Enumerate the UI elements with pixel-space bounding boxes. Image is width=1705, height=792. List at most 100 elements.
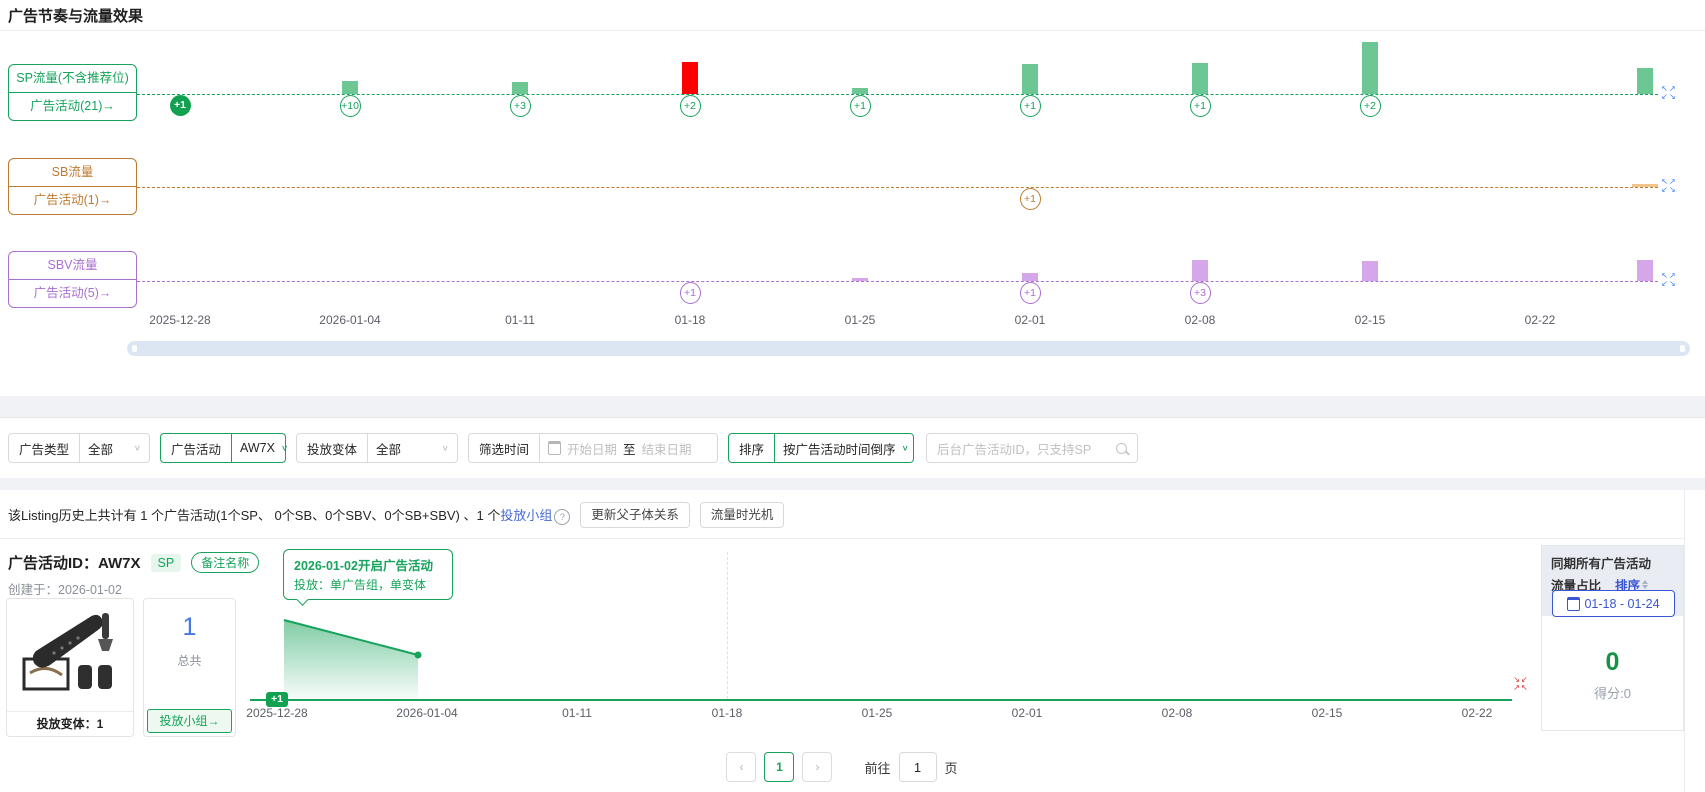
start-date-field[interactable]: 开始日期: [567, 439, 617, 458]
date-to-label: 至: [623, 439, 636, 458]
sort-filter-value: 按广告活动时间倒序: [783, 439, 896, 458]
sp-event-bar: [1362, 42, 1378, 94]
scrollbar-right-grip[interactable]: [1680, 345, 1685, 352]
expand-icon[interactable]: ↖↗↙↘: [1660, 272, 1678, 289]
axis-tick-label: 01-18: [675, 313, 706, 327]
panel-date-range-chip[interactable]: 01-18 - 01-24: [1552, 590, 1675, 617]
sbv-event-bar: [1192, 260, 1208, 281]
chart-scrollbar[interactable]: [127, 341, 1690, 356]
ad-group-card: 1 总共 投放小组→: [143, 598, 236, 737]
sp-event-badge[interactable]: +2: [680, 95, 701, 117]
sb-event-bar: [1632, 184, 1658, 187]
sp-event-bar: [342, 81, 358, 94]
prev-page-button[interactable]: ‹: [726, 752, 756, 782]
campaign-start-badge: +1: [266, 692, 288, 707]
collapse-icon[interactable]: ↘↙↗↖: [1512, 676, 1530, 693]
sp-event-badge[interactable]: +1: [170, 95, 191, 116]
ad-group-button[interactable]: 投放小组→: [147, 709, 232, 733]
search-placeholder: 后台广告活动ID，只支持SP: [937, 439, 1091, 458]
section-gap: [0, 478, 1705, 490]
chevron-down-icon: ∨: [281, 444, 288, 453]
sbv-event-bar: [1637, 260, 1653, 281]
rhythm-chart-plot: +1 +10 +3 +2 +1 +1 +1 +2 ↖↗↙↘ +1 ↖↗↙↘ +1 +1 +3 ↖↗↙↘ 202…: [0, 0, 1705, 400]
variant-select[interactable]: 投放变体 全部 ∨: [296, 433, 458, 463]
goto-page-input[interactable]: [899, 752, 937, 782]
page: 广告节奏与流量效果 SP流量(不含推荐位) 广告活动(21)→ SB流量 广告活…: [0, 0, 1705, 792]
expand-icon[interactable]: ↖↗↙↘: [1660, 178, 1678, 195]
campaign-header: 广告活动ID：AW7X SP 备注名称: [8, 552, 259, 573]
campaign-axis-tick-label: 02-15: [1312, 706, 1343, 720]
ad-group-link[interactable]: 投放小组: [500, 508, 552, 523]
page-unit-label: 页: [945, 758, 958, 777]
axis-tick-label: 02-08: [1185, 313, 1216, 327]
sbv-event-bar: [852, 278, 868, 281]
campaign-section: [0, 490, 1685, 792]
campaign-filter-label: 广告活动: [161, 434, 232, 462]
time-range-picker[interactable]: 筛选时间 开始日期 至 结束日期: [468, 433, 718, 463]
summary-row: 该Listing历史上共计有 1 个广告活动(1个SP、 0个SB、0个SBV、…: [8, 502, 784, 528]
campaign-filter-value: AW7X: [240, 441, 275, 455]
panel-title-line1: 同期所有广告活动: [1551, 553, 1674, 572]
scrollbar-left-grip[interactable]: [132, 345, 137, 352]
goto-label: 前往: [864, 758, 890, 777]
panel-score-value: 0: [1542, 648, 1683, 677]
chevron-down-icon: ∨: [134, 444, 141, 453]
variant-count-label: 投放变体：1: [7, 711, 133, 737]
sb-timeline-axis: [137, 187, 1658, 188]
chevron-down-icon: ∨: [442, 444, 449, 453]
sp-event-badge[interactable]: +1: [1190, 95, 1211, 117]
campaign-id-search-input[interactable]: 后台广告活动ID，只支持SP: [926, 433, 1138, 463]
sbv-event-bar: [1362, 261, 1378, 281]
campaign-axis-tick-label: 02-08: [1162, 706, 1193, 720]
campaign-axis-tick-label: 02-22: [1462, 706, 1493, 720]
traffic-share-panel: 同期所有广告活动 流量占比 排序 01-18 - 01-24 0 得分:0: [1541, 545, 1684, 731]
tooltip-subtitle: 投放：单广告组，单变体: [294, 576, 442, 593]
sp-event-badge[interactable]: +2: [1360, 95, 1381, 117]
campaign-id-title: 广告活动ID：AW7X: [8, 552, 141, 573]
campaign-axis-tick-label: 2026-01-04: [396, 706, 457, 720]
sp-event-badge[interactable]: +1: [850, 95, 871, 117]
product-image: [7, 599, 133, 711]
summary-text: 该Listing历史上共计有 1 个广告活动(1个SP、 0个SB、0个SBV、…: [8, 505, 570, 525]
note-name-button[interactable]: 备注名称: [191, 552, 259, 573]
ad-type-value: 全部: [88, 439, 113, 458]
expand-icon[interactable]: ↖↗↙↘: [1660, 85, 1678, 102]
next-page-button[interactable]: ›: [802, 752, 832, 782]
group-total-label: 总共: [144, 652, 235, 669]
axis-tick-label: 02-15: [1355, 313, 1386, 327]
search-icon: [1116, 443, 1127, 454]
axis-tick-label: 2025-12-28: [149, 313, 210, 327]
sort-filter-label: 排序: [729, 434, 775, 462]
traffic-area-chart: [283, 618, 423, 700]
current-week-marker: [727, 552, 728, 699]
campaign-axis-tick-label: 01-11: [562, 706, 592, 720]
sp-event-badge[interactable]: +1: [1020, 95, 1041, 117]
group-total-value: 1: [144, 613, 235, 642]
traffic-time-machine-button[interactable]: 流量时光机: [700, 502, 785, 528]
chevron-down-icon: ∨: [902, 444, 909, 453]
page-1-button[interactable]: 1: [764, 752, 794, 782]
sbv-event-badge[interactable]: +1: [680, 282, 701, 304]
sort-carets-icon: [1642, 580, 1648, 589]
sbv-timeline-axis: [137, 281, 1658, 282]
panel-score-label: 得分:0: [1542, 683, 1683, 702]
sbv-event-badge[interactable]: +1: [1020, 282, 1041, 304]
calendar-icon: [1567, 597, 1580, 611]
time-filter-label: 筛选时间: [469, 434, 540, 462]
axis-tick-label: 02-22: [1525, 313, 1556, 327]
sb-event-badge[interactable]: +1: [1020, 188, 1041, 210]
campaign-start-tooltip: 2026-01-02开启广告活动 投放：单广告组，单变体: [283, 549, 453, 600]
product-card: 投放变体：1: [6, 598, 134, 737]
end-date-field[interactable]: 结束日期: [642, 439, 692, 458]
ad-type-select[interactable]: 广告类型 全部 ∨: [8, 433, 150, 463]
help-icon[interactable]: ?: [554, 509, 570, 525]
axis-tick-label: 2026-01-04: [319, 313, 380, 327]
update-parent-child-button[interactable]: 更新父子体关系: [580, 502, 690, 528]
sort-select[interactable]: 排序 按广告活动时间倒序 ∨: [728, 433, 914, 463]
sp-event-badge[interactable]: +10: [340, 95, 361, 117]
campaign-axis-tick-label: 01-18: [712, 706, 743, 720]
sbv-event-badge[interactable]: +3: [1190, 282, 1211, 304]
campaign-select[interactable]: 广告活动 AW7X ∨: [160, 433, 286, 463]
sp-event-badge[interactable]: +3: [510, 95, 531, 117]
axis-tick-label: 01-25: [845, 313, 876, 327]
